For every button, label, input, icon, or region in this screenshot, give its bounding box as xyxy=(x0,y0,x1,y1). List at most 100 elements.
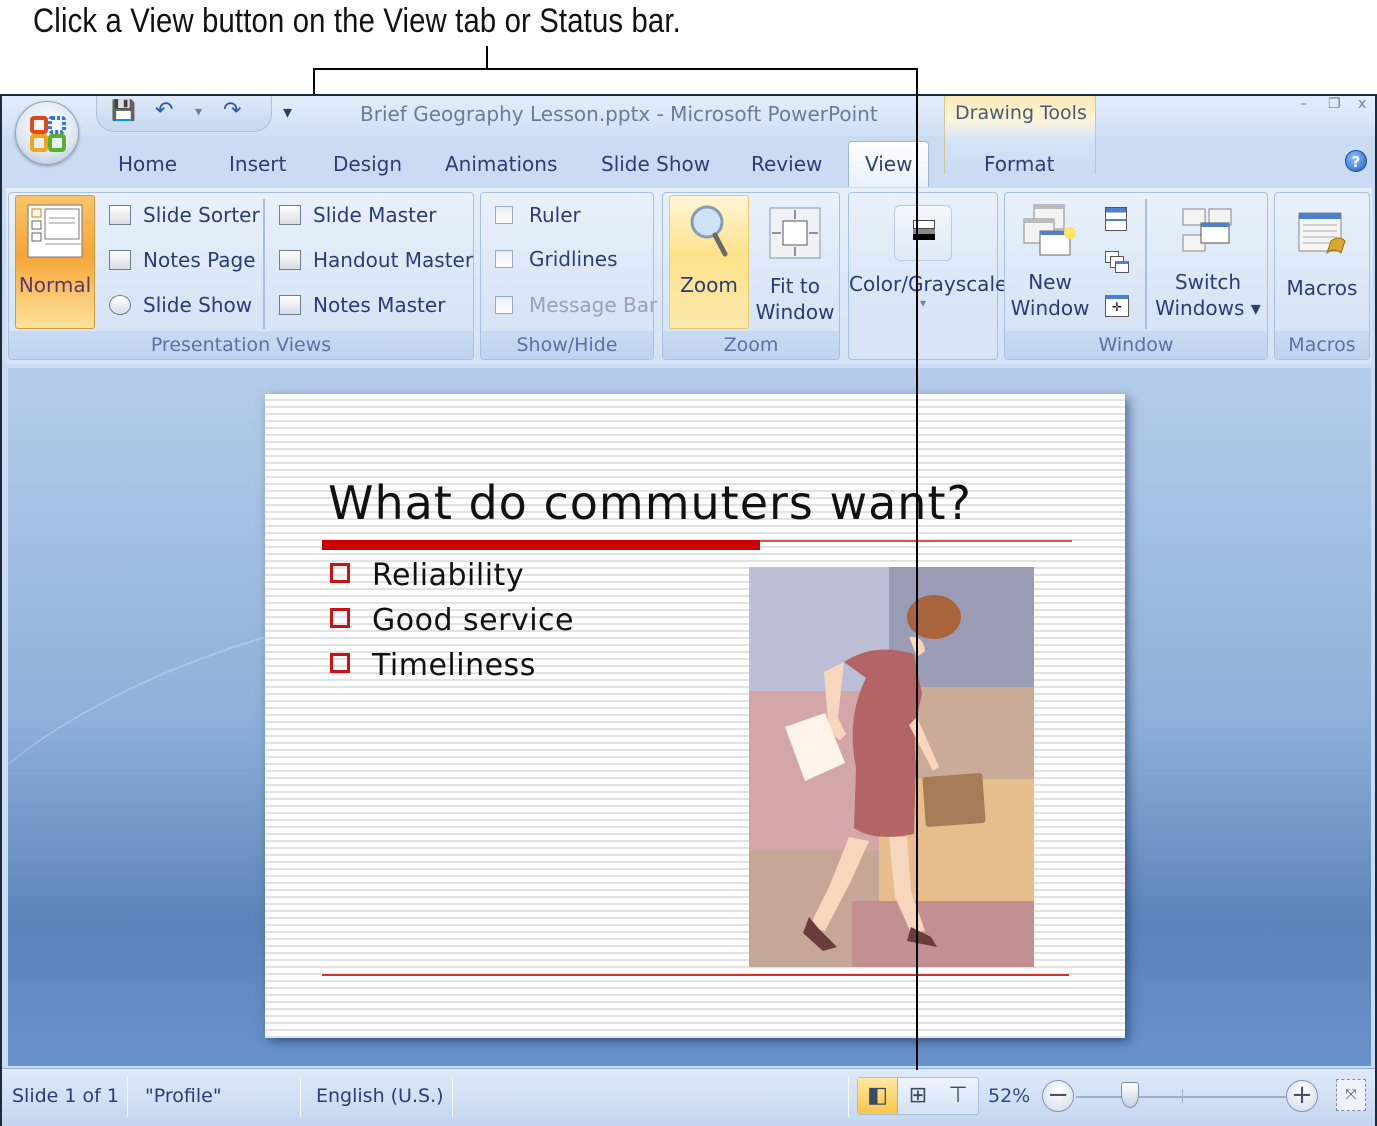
zoom-out-button[interactable]: − xyxy=(1042,1080,1074,1112)
slide-sorter-label: Slide Sorter xyxy=(143,203,260,227)
checkbox-box xyxy=(495,250,513,268)
fit-to-window-button[interactable]: Fit to Window xyxy=(755,195,835,325)
fit-label-2: Window xyxy=(755,300,835,324)
slide-master-icon xyxy=(279,205,301,225)
view-shortcuts: ◧ ⊞ ⊤ xyxy=(857,1077,979,1115)
tab-slide-show[interactable]: Slide Show xyxy=(601,152,710,176)
switch-windows-button[interactable]: Switch Windows ▾ xyxy=(1151,195,1265,321)
drawing-tools-label: Drawing Tools xyxy=(955,102,1087,124)
bullet-square-icon xyxy=(330,563,350,583)
slide-show-shortcut[interactable]: ⊤ xyxy=(938,1078,978,1114)
normal-view-button[interactable]: Normal xyxy=(15,195,95,329)
quick-access-toolbar: 💾 ↶ ▾ ↷ xyxy=(96,96,272,132)
gridlines-checkbox[interactable]: Gridlines xyxy=(495,247,618,271)
group-macros: Macros Macros xyxy=(1274,192,1370,360)
clip-art-image[interactable] xyxy=(749,567,1034,967)
status-separator xyxy=(452,1077,453,1117)
slide-sorter-shortcut[interactable]: ⊞ xyxy=(898,1078,938,1114)
businesswoman-clipart xyxy=(749,567,1034,967)
title-underline-bar xyxy=(322,540,760,550)
zoom-slider-thumb[interactable] xyxy=(1121,1082,1139,1108)
slide-master-button[interactable]: Slide Master xyxy=(279,203,436,227)
tab-animations[interactable]: Animations xyxy=(445,152,557,176)
bullet-square-icon xyxy=(330,653,350,673)
notes-master-label: Notes Master xyxy=(313,293,446,317)
bullet-item[interactable]: Reliability xyxy=(330,558,524,593)
callout-line xyxy=(916,68,918,1070)
slide-footer-line xyxy=(322,974,1069,976)
zoom-slider-track[interactable] xyxy=(1076,1096,1286,1098)
slide-master-label: Slide Master xyxy=(313,203,437,227)
ruler-checkbox[interactable]: Ruler xyxy=(495,203,581,227)
bullet-item[interactable]: Timeliness xyxy=(330,648,536,683)
fit-slide-to-window-icon[interactable]: ⤧ xyxy=(1336,1079,1366,1111)
notes-page-button[interactable]: Notes Page xyxy=(109,248,256,272)
message-bar-checkbox: Message Bar xyxy=(495,293,657,317)
ruler-label: Ruler xyxy=(529,203,581,227)
minimize-button[interactable]: – xyxy=(1300,96,1307,112)
slide-sorter-button[interactable]: Slide Sorter xyxy=(109,203,260,227)
redo-icon[interactable]: ↷ xyxy=(223,98,241,123)
zoom-level[interactable]: 52% xyxy=(988,1085,1030,1107)
tab-format[interactable]: Format xyxy=(984,152,1054,176)
zoom-label: Zoom xyxy=(680,273,738,297)
ribbon-tabs: Home Insert Design Animations Slide Show… xyxy=(2,136,1375,187)
status-separator xyxy=(127,1077,128,1117)
tab-home[interactable]: Home xyxy=(118,152,177,176)
group-label: Macros xyxy=(1275,331,1369,359)
notes-master-button[interactable]: Notes Master xyxy=(279,293,445,317)
tab-review[interactable]: Review xyxy=(751,152,822,176)
new-window-button[interactable]: New Window xyxy=(1007,195,1093,321)
macros-button[interactable]: Macros xyxy=(1277,195,1367,301)
normal-view-shortcut[interactable]: ◧ xyxy=(858,1078,898,1114)
window-title: Brief Geography Lesson.pptx - Microsoft … xyxy=(360,102,878,126)
fit-to-window-icon xyxy=(769,207,821,259)
slide-number: Slide 1 of 1 xyxy=(12,1085,119,1107)
tab-design[interactable]: Design xyxy=(333,152,402,176)
switch-windows-label-2: Windows ▾ xyxy=(1155,296,1261,320)
help-icon[interactable]: ? xyxy=(1345,150,1367,172)
slide-title[interactable]: What do commuters want? xyxy=(328,476,972,530)
undo-dropdown-icon[interactable]: ▾ xyxy=(195,104,202,120)
switch-windows-icon xyxy=(1182,208,1232,252)
save-icon[interactable]: 💾 xyxy=(111,98,136,122)
ribbon: Normal Slide Sorter Notes Page Slide Sho… xyxy=(6,188,1372,364)
status-separator xyxy=(300,1077,301,1117)
notes-page-icon xyxy=(109,250,131,270)
annotation-caption: Click a View button on the View tab or S… xyxy=(33,2,681,40)
group-label: Zoom xyxy=(663,331,839,359)
message-bar-label: Message Bar xyxy=(529,293,658,317)
slide-editing-area: What do commuters want? Reliability Good… xyxy=(8,368,1371,1066)
slide-show-button[interactable]: Slide Show xyxy=(109,293,252,317)
new-window-label-1: New xyxy=(1028,270,1072,294)
customize-qat-icon[interactable]: ▾ xyxy=(283,102,292,123)
undo-icon[interactable]: ↶ xyxy=(155,98,173,123)
arrange-all-icon[interactable] xyxy=(1105,207,1127,231)
group-zoom: Zoom Fit to Window Zoom xyxy=(662,192,840,360)
close-button[interactable]: x xyxy=(1358,96,1366,112)
group-label: Window xyxy=(1005,331,1267,359)
bullet-square-icon xyxy=(330,608,350,628)
zoom-in-button[interactable]: + xyxy=(1286,1080,1318,1112)
normal-view-icon xyxy=(27,204,83,258)
color-grayscale-button[interactable]: Color/Grayscale ▾ xyxy=(849,195,1007,309)
bullet-item[interactable]: Good service xyxy=(330,603,574,638)
handout-master-label: Handout Master xyxy=(313,248,474,272)
status-bar: Slide 1 of 1 "Profile" English (U.S.) ◧ … xyxy=(2,1068,1375,1126)
callout-line xyxy=(313,68,918,70)
cascade-icon[interactable] xyxy=(1105,251,1129,275)
tab-insert[interactable]: Insert xyxy=(229,152,286,176)
macros-icon xyxy=(1298,212,1346,255)
slide-show-icon xyxy=(109,295,131,315)
checkbox-box xyxy=(495,206,513,224)
slide-canvas[interactable]: What do commuters want? Reliability Good… xyxy=(265,394,1125,1038)
restore-button[interactable]: ❐ xyxy=(1328,96,1341,112)
move-split-icon[interactable]: ✛ xyxy=(1105,295,1129,317)
status-separator xyxy=(848,1077,849,1117)
group-label: Show/Hide xyxy=(481,331,653,359)
handout-master-button[interactable]: Handout Master xyxy=(279,248,473,272)
bullet-text: Good service xyxy=(372,603,574,638)
language[interactable]: English (U.S.) xyxy=(316,1085,444,1107)
zoom-button[interactable]: Zoom xyxy=(669,195,749,329)
zoom-slider-midpoint xyxy=(1182,1089,1183,1103)
